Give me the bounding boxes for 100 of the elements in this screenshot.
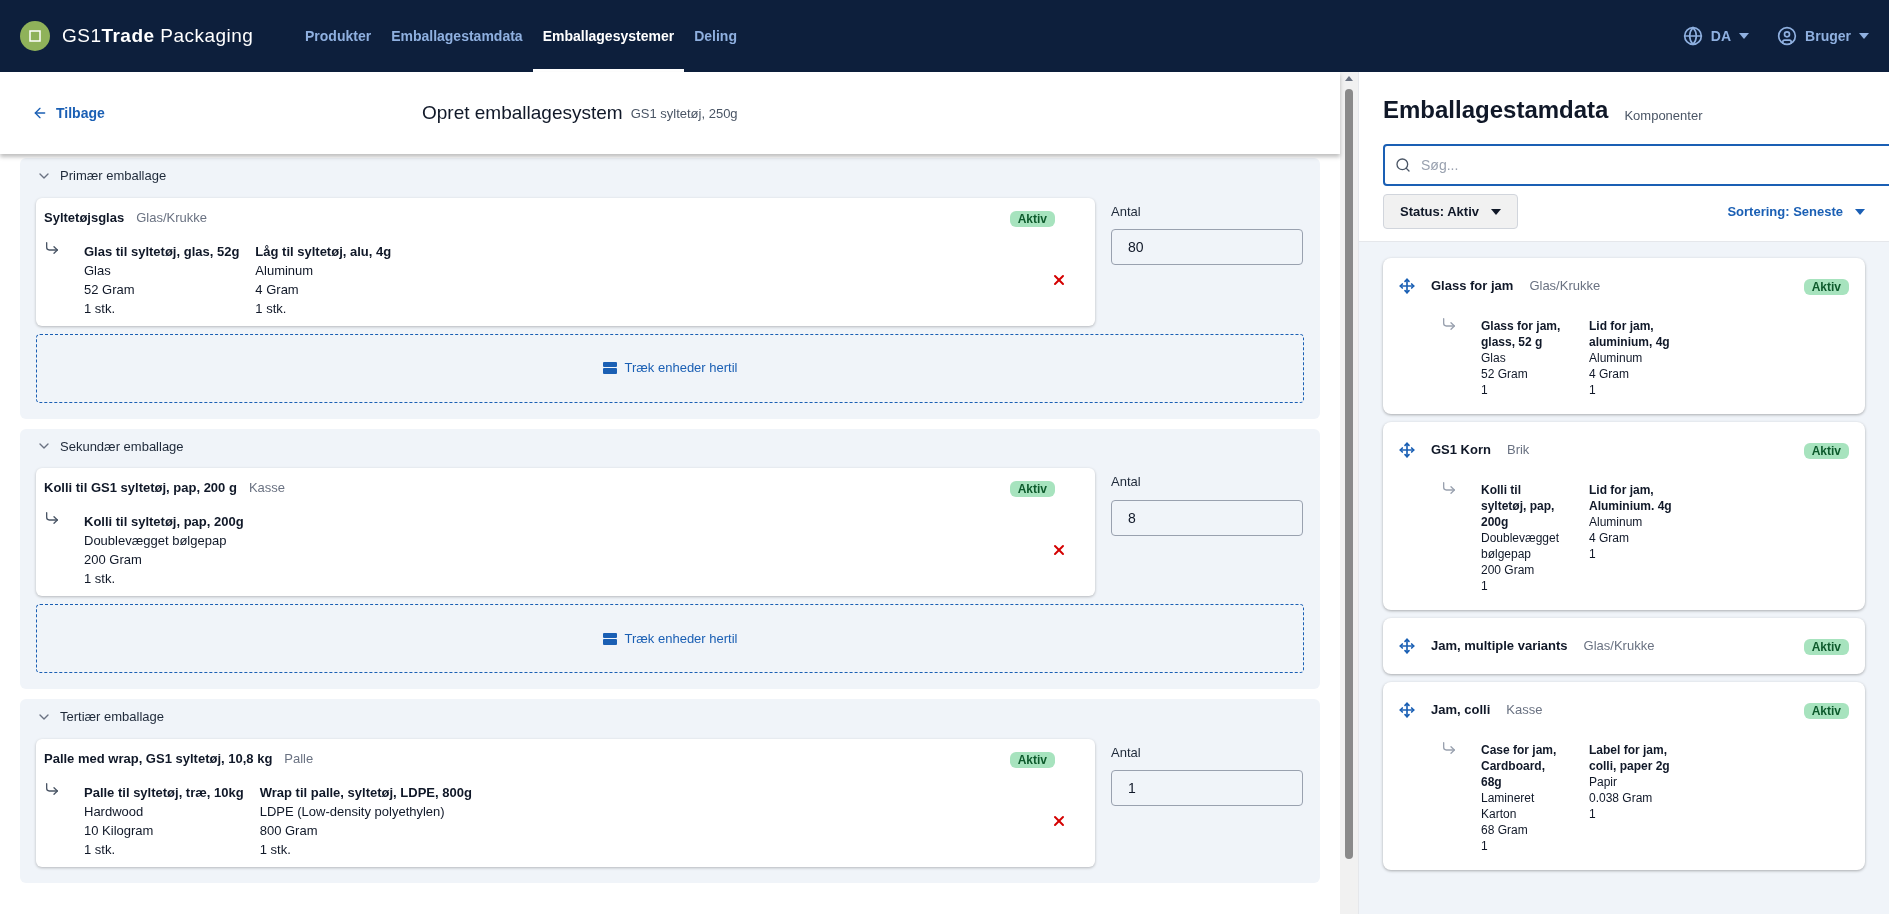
component-name: Label for jam, colli, paper 2g [1589,742,1671,774]
indent-arrow-icon [1441,316,1457,332]
drop-tray-icon [602,632,617,645]
component-weight: 52 Gram [84,280,136,299]
component-card[interactable]: Jam, multiple variants Glas/Krukke Aktiv [1383,618,1865,674]
component-material: Lamineret Karton [1481,790,1536,822]
component-weight: 4 Gram [1589,366,1630,382]
status-badge: Aktiv [1803,703,1849,719]
status-badge: Aktiv [1803,443,1849,459]
status-badge: Aktiv [1009,481,1055,497]
field-label: Antal [1111,473,1142,491]
caret-icon [1739,33,1750,39]
field-label: Antal [1111,202,1142,221]
component-name: Lid for jam, Aluminium. 4g [1589,482,1673,514]
component-name: Kolli til syltetøj, pap, 200g [1481,482,1556,530]
item-type: Glas/Krukke [1529,277,1601,296]
nav-tab[interactable]: Emballagestamdata [381,0,533,72]
field-label: Antal [1111,743,1142,762]
app-logo-text: GS1Trade Packaging [62,23,254,48]
search-icon [1395,157,1411,173]
component-material: Doublevægget bølgepap [84,532,228,550]
status-filter-dropdown[interactable]: Status: Aktiv [1383,194,1518,229]
item-name: GS1 Korn [1431,441,1491,460]
status-badge: Aktiv [1009,210,1055,227]
component-name: Wrap til palle, syltetøj, LDPE, 800g [259,783,472,802]
search-field[interactable]: Søg... [1383,144,1889,186]
status-badge: Aktiv [1803,639,1849,655]
item-type: Kasse [248,479,286,498]
component-weight: 0.038 Gram [1589,790,1654,806]
component-count: 1 [1481,838,1489,854]
component-card[interactable]: Jam, colli Kasse Aktiv Case for jam, Cardboard, 68g Lamineret Karton 68 Gram 1 Label for jam, colli, paper 2g Papir 0.038 Gram 1 [1383,682,1865,870]
item-type: Glas/Krukke [1583,637,1655,656]
indent-arrow-icon [44,510,60,526]
indent-arrow-icon [44,780,60,797]
component-count: 1 [1589,546,1597,562]
component-weight: 68 Gram [1481,822,1529,838]
component-material: Glas [84,261,112,280]
drop-zone[interactable]: Træk enheder hertil [36,604,1304,673]
component-weight: 200 Gram [1481,562,1536,578]
globe-icon [1682,26,1703,46]
indent-arrow-icon [44,239,60,256]
section-toggle[interactable]: Tertiær emballage [36,707,165,727]
back-link[interactable]: Tilbage [32,102,422,124]
component-weight: 800 Gram [259,821,319,840]
sort-dropdown[interactable]: Sortering: Seneste [1727,201,1865,222]
status-badge: Aktiv [1009,751,1055,768]
component-weight: 52 Gram [1481,366,1529,382]
panel-title: Emballagestamdata [1383,95,1609,125]
scrollbar-thumb[interactable] [1345,89,1353,859]
component-material: Doublevægget bølgepap [1481,530,1561,562]
item-name: Kolli til GS1 syltetøj, pap, 200 g [44,479,237,498]
drag-handle-icon[interactable] [1399,638,1415,654]
user-menu[interactable]: Bruger [1777,25,1869,47]
quantity-input[interactable]: 8 [1111,499,1303,536]
page-title: Opret emballagesystem [422,100,623,125]
nav-tab[interactable]: Produkter [295,0,382,72]
item-type: Palle [284,749,314,768]
quantity-input[interactable]: 1 [1111,770,1303,806]
drag-handle-icon[interactable] [1399,442,1415,458]
remove-icon[interactable] [1051,542,1067,558]
component-name: Glas til syltetøj, glas, 52g [84,242,240,261]
component-material: Papir [1589,774,1618,790]
section-toggle[interactable]: Primær emballage [36,166,167,186]
item-name: Glass for jam [1431,277,1514,296]
component-name: Palle til syltetøj, træ, 10kg [84,783,244,802]
indent-arrow-icon [1441,740,1457,756]
indent-arrow-icon [1441,480,1457,496]
component-count: 1 stk. [84,299,117,318]
component-card[interactable]: GS1 Korn Brik Aktiv Kolli til syltetøj, pap, 200g Doublevægget bølgepap 200 Gram 1 Lid for jam, Aluminium. 4g Aluminum 4 Gram 1 [1383,422,1865,610]
language-menu[interactable]: DA [1682,25,1750,47]
section-toggle[interactable]: Sekundær emballage [36,436,184,456]
component-material: Aluminum [1589,514,1644,530]
item-name: Jam, colli [1431,701,1491,720]
drag-handle-icon[interactable] [1399,702,1415,718]
item-name: Jam, multiple variants [1431,637,1568,656]
caret-icon [1491,208,1501,215]
user-icon [1777,26,1798,46]
component-card[interactable]: Glass for jam Glas/Krukke Aktiv Glass for jam, glass, 52 g Glas 52 Gram 1 Lid for jam, aluminium, 4g Aluminum 4 Gram 1 [1383,258,1865,414]
component-weight: 200 Gram [84,551,143,569]
component-count: 1 [1481,578,1489,594]
component-weight: 10 Kilogram [84,821,155,840]
component-weight: 4 Gram [1589,530,1630,546]
quantity-input[interactable]: 80 [1111,229,1303,265]
component-count: 1 [1589,806,1597,822]
component-count: 1 [1481,382,1489,398]
component-count: 1 [1589,382,1597,398]
component-count: 1 stk. [259,840,292,859]
component-name: Låg til syltetøj, alu, 4g [255,242,392,261]
drop-zone-label: Træk enheder hertil [624,359,738,378]
component-material: Hardwood [84,802,145,821]
logo-icon [20,21,50,51]
component-name: Case for jam, Cardboard, 68g [1481,742,1558,790]
component-count: 1 stk. [84,840,117,859]
component-material: Aluminum [255,261,315,280]
nav-tab[interactable]: Deling [684,0,747,72]
drag-handle-icon[interactable] [1399,278,1415,294]
component-material: LDPE (Low-density polyethylen) [259,802,446,821]
page-subtitle: GS1 syltetøj, 250g [630,105,738,124]
drop-zone[interactable]: Træk enheder hertil [36,333,1304,403]
component-name: Glass for jam, glass, 52 g [1481,318,1562,350]
